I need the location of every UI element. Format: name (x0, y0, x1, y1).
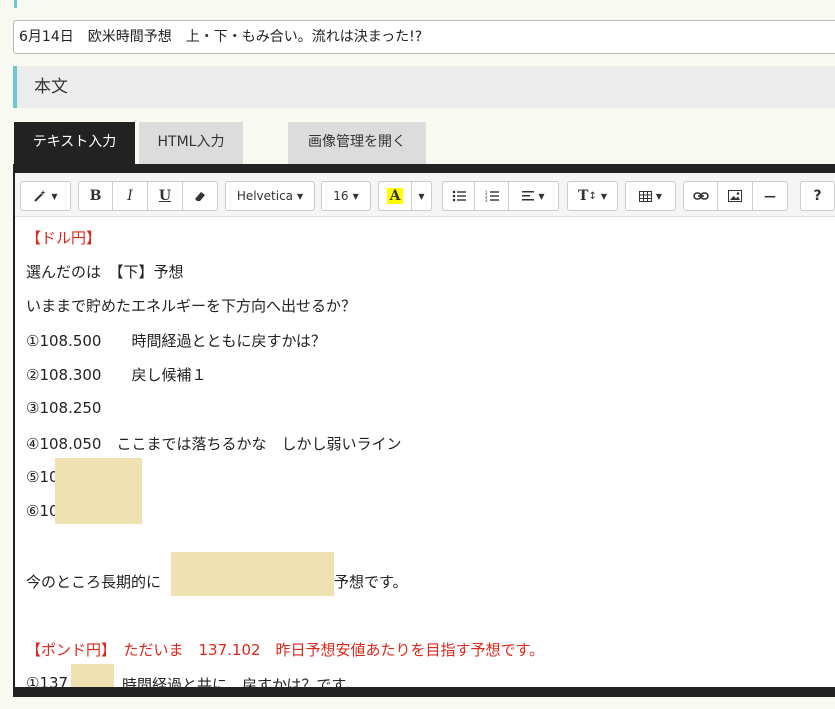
content-line: ⑥10 (26, 502, 59, 520)
line-height-dropdown[interactable]: T ↕ ▼ (567, 181, 618, 211)
content-line: ⑤10 (26, 468, 59, 486)
content-line: 選んだのは 【下】予想 (26, 263, 184, 281)
redaction-block (55, 458, 142, 524)
body-section-header: 本文 (13, 66, 835, 108)
content-line: 予想です。 (334, 573, 408, 591)
paragraph-align-dropdown[interactable]: ▼ (509, 181, 559, 211)
content-line: ③108.250 (26, 399, 102, 417)
link-icon (692, 192, 709, 200)
help-button[interactable]: ? (800, 181, 835, 211)
content-line: いままで貯めたエネルギーを下方向へ出せるか？ (26, 297, 357, 315)
content-line: 【ポンド円】 ただいま 137.102 昨日予想安値あたりを目指す予想です。 (26, 641, 545, 659)
highlight-color-button[interactable]: A (378, 181, 412, 211)
horizontal-rule-button[interactable]: — (753, 181, 788, 211)
align-left-icon (522, 191, 535, 201)
numbered-list-icon: 123 (485, 190, 499, 202)
highlight-color-dropdown[interactable]: ▼ (412, 181, 432, 211)
content-line: 今のところ長期的に (26, 573, 162, 591)
magic-wand-icon (34, 190, 47, 202)
content-line: ①108.500 時間経過とともに戻すかは？ (26, 332, 326, 350)
table-icon (638, 190, 652, 202)
insert-link-button[interactable] (683, 181, 718, 211)
font-family-dropdown[interactable]: Helvetica ▼ (225, 181, 315, 211)
content-line: 時間経過と共に 戻すかは？です。 (122, 676, 360, 687)
eraser-icon (195, 192, 205, 201)
bold-button[interactable]: B (78, 181, 113, 211)
redaction-block (71, 664, 114, 687)
editor-toolbar: ▼ B I U Helvetica ▼ 16 ▼ A ▼ 123 ▼ T ↕ ▼… (15, 173, 835, 217)
chevron-down-icon: ▼ (51, 191, 58, 201)
underline-button[interactable]: U (148, 181, 183, 211)
svg-text:3: 3 (485, 198, 488, 202)
chevron-down-icon: ▼ (352, 191, 359, 201)
chevron-down-icon: ▼ (655, 191, 663, 201)
picture-icon (728, 190, 742, 202)
numbered-list-button[interactable]: 123 (475, 181, 509, 211)
content-line: ①137 (26, 674, 69, 687)
chevron-down-icon: ▼ (297, 191, 304, 201)
style-magic-button[interactable]: ▼ (20, 181, 71, 211)
content-line: 【ドル円】 (26, 229, 102, 247)
content-line: ④108.050 ここまでは落ちるかな しかし弱いライン (26, 435, 402, 453)
redaction-block (171, 552, 334, 596)
highlight-icon: A (386, 188, 404, 204)
table-insert-dropdown[interactable]: ▼ (625, 181, 676, 211)
bullet-list-icon (452, 190, 466, 202)
open-image-manager-button[interactable]: 画像管理を開く (288, 122, 426, 164)
editor-content[interactable]: 【ドル円】 選んだのは 【下】予想 いままで貯めたエネルギーを下方向へ出せるか？… (15, 217, 835, 687)
text-height-icon: T (578, 188, 589, 204)
content-line: ②108.300 戻し候補１ (26, 366, 207, 384)
bulleted-list-button[interactable] (442, 181, 475, 211)
clear-format-button[interactable] (183, 181, 218, 211)
chevron-down-icon: ▼ (538, 191, 545, 201)
arrows-updown-icon: ↕ (588, 190, 597, 202)
chevron-down-icon: ▼ (600, 191, 607, 201)
accent-bar (14, 0, 17, 8)
font-size-value: 16 (333, 189, 349, 203)
font-family-value: Helvetica (236, 189, 294, 203)
tab-text-input[interactable]: テキスト入力 (14, 122, 135, 164)
chevron-down-icon: ▼ (418, 191, 425, 201)
font-size-dropdown[interactable]: 16 ▼ (321, 181, 371, 211)
italic-button[interactable]: I (113, 181, 148, 211)
insert-image-button[interactable] (718, 181, 753, 211)
post-title-input[interactable]: 6月14日 欧米時間予想 上・下・もみ合い。流れは決まった!? (13, 20, 835, 54)
tab-html-input[interactable]: HTML入力 (139, 122, 243, 164)
